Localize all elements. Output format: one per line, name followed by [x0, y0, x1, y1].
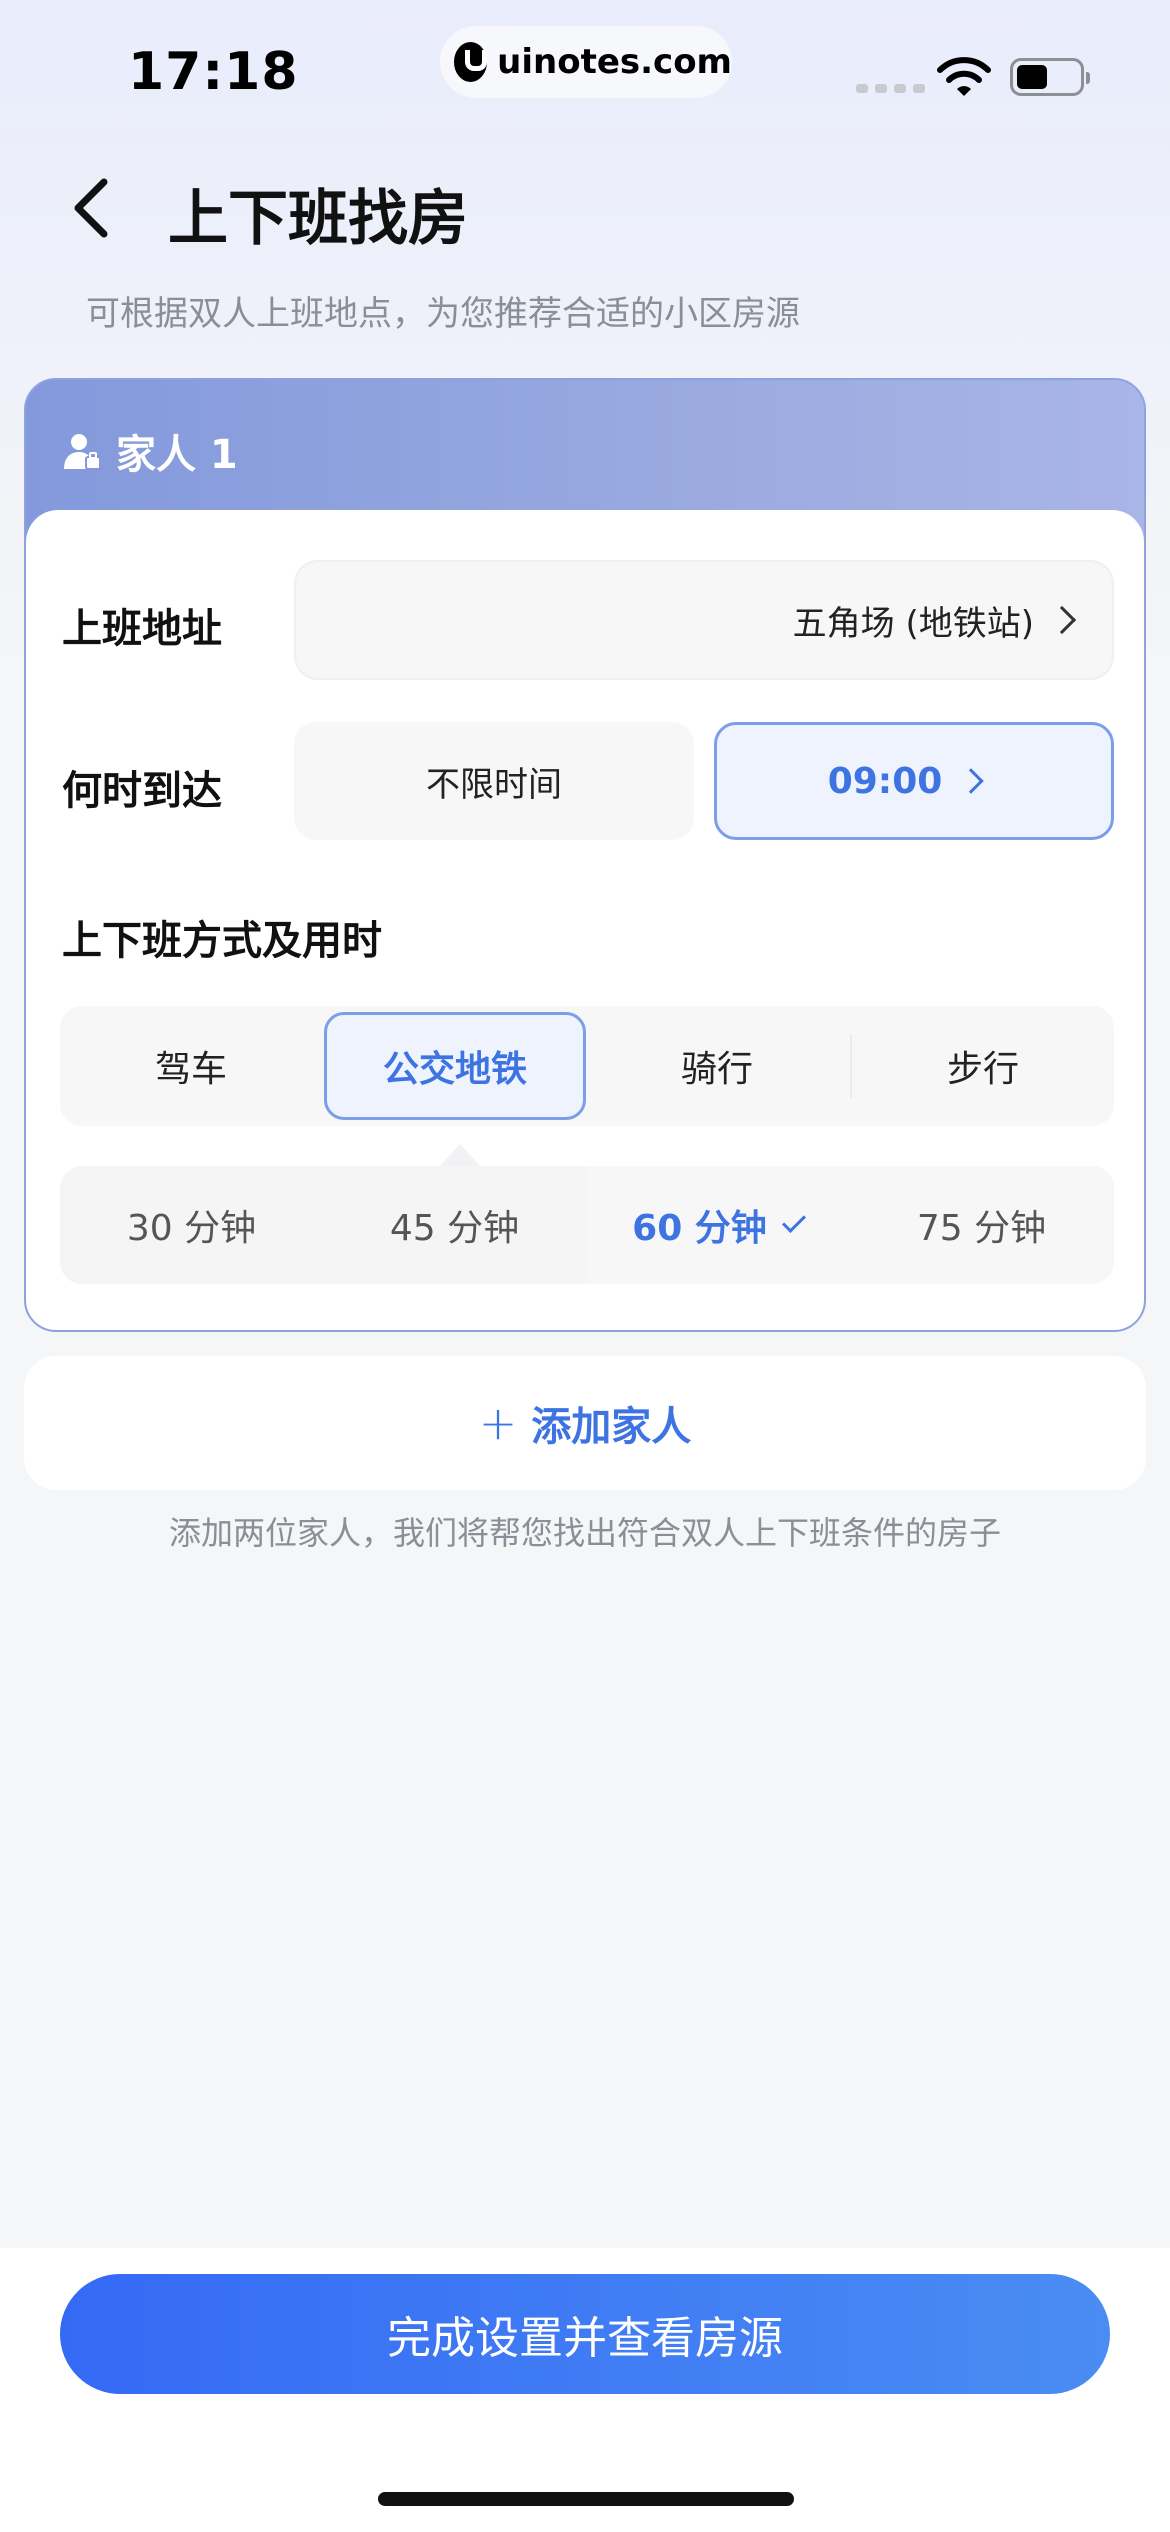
- arrival-time-value: 09:00: [827, 760, 943, 802]
- duration-45[interactable]: 45 分钟: [323, 1166, 586, 1284]
- arrival-option-label: 不限时间: [426, 764, 562, 805]
- duration-60[interactable]: 60 分钟: [587, 1166, 850, 1284]
- battery-icon: [1010, 58, 1090, 96]
- address-label: 上班地址: [62, 606, 222, 652]
- family-member-card: 家人 1 上班地址 五角场 (地铁站) 何时到达 不限时间 09:00 上下班方…: [24, 378, 1146, 1332]
- arrival-label: 何时到达: [62, 768, 222, 814]
- plus-icon: +: [478, 1396, 518, 1450]
- add-family-button[interactable]: + 添加家人: [24, 1356, 1146, 1490]
- commute-section-title: 上下班方式及用时: [62, 918, 382, 964]
- watermark-badge: uinotes.com: [440, 26, 732, 98]
- commute-mode-selector: 驾车 公交地铁 骑行 步行: [60, 1006, 1114, 1126]
- duration-60-label: 60 分钟: [632, 1208, 767, 1249]
- submit-view-listings-button[interactable]: 完成设置并查看房源: [60, 2274, 1110, 2394]
- page-title: 上下班找房: [168, 184, 468, 254]
- mode-driving[interactable]: 驾车: [60, 1006, 322, 1126]
- duration-30[interactable]: 30 分钟: [60, 1166, 323, 1284]
- wifi-icon: [937, 57, 991, 96]
- mode-cycling[interactable]: 骑行: [586, 1006, 848, 1126]
- mode-walking[interactable]: 步行: [852, 1006, 1114, 1126]
- family-card-body: 上班地址 五角场 (地铁站) 何时到达 不限时间 09:00 上下班方式及用时 …: [26, 510, 1144, 1330]
- person-icon: [64, 434, 101, 470]
- family-card-header: 家人 1: [62, 422, 238, 480]
- back-arrow-icon[interactable]: [62, 168, 122, 248]
- check-icon: [781, 1208, 806, 1234]
- selection-pointer: [438, 1144, 482, 1168]
- page-subtitle: 可根据双人上班地点，为您推荐合适的小区房源: [86, 294, 800, 334]
- arrival-time-picker[interactable]: 09:00: [714, 722, 1114, 840]
- family-card-title: 家人 1: [116, 432, 238, 478]
- work-address-selector[interactable]: 五角场 (地铁站): [294, 560, 1114, 680]
- add-family-hint: 添加两位家人，我们将帮您找出符合双人上下班条件的房子: [168, 1514, 1001, 1552]
- watermark-text: uinotes.com: [497, 42, 732, 82]
- address-value: 五角场 (地铁站): [792, 603, 1034, 644]
- home-indicator: [378, 2492, 794, 2506]
- status-time: 17:18: [128, 42, 299, 102]
- watermark-logo-icon: [454, 42, 488, 82]
- chevron-right-icon: [1047, 605, 1077, 635]
- mode-transit[interactable]: 公交地铁: [324, 1012, 586, 1120]
- cellular-signal-icon: [856, 84, 925, 93]
- chevron-right-icon: [958, 768, 985, 794]
- duration-75[interactable]: 75 分钟: [850, 1166, 1113, 1284]
- commute-duration-selector: 30 分钟 45 分钟 60 分钟 75 分钟: [60, 1166, 1114, 1284]
- add-family-label: 添加家人: [531, 1404, 692, 1450]
- arrival-option-unlimited[interactable]: 不限时间: [294, 722, 694, 840]
